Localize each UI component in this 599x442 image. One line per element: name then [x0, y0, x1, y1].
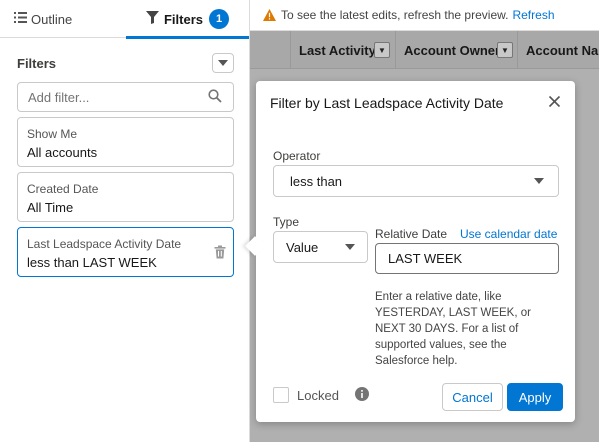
chevron-down-icon	[345, 244, 355, 250]
relative-date-input[interactable]	[375, 243, 559, 274]
operator-label: Operator	[273, 149, 321, 163]
locked-checkbox[interactable]	[273, 387, 289, 403]
operator-value: less than	[290, 173, 343, 189]
list-icon	[13, 12, 27, 26]
relative-date-help-text: Enter a relative date, like YESTERDAY, L…	[375, 291, 531, 367]
filter-card-value: All Time	[27, 200, 74, 215]
trash-icon[interactable]	[213, 245, 227, 259]
type-value: Value	[286, 239, 319, 255]
operator-select[interactable]: less than	[273, 165, 559, 197]
chevron-down-icon[interactable]: ▼	[374, 42, 390, 58]
filter-icon	[146, 11, 160, 27]
locked-label: Locked	[297, 388, 339, 403]
use-calendar-date-link[interactable]: Use calendar date	[460, 227, 557, 241]
column-title: Last Activity	[299, 42, 376, 58]
filter-card-created-date[interactable]: Created Date All Time	[17, 172, 234, 222]
cancel-button[interactable]: Cancel	[442, 383, 503, 411]
filters-menu-button[interactable]	[212, 53, 234, 73]
column-header[interactable]: Account Name	[517, 31, 599, 69]
left-panel: Outline Filters 1 Filters Show Me All ac…	[0, 0, 250, 442]
tab-outline[interactable]: Outline	[13, 0, 72, 38]
popover-title: Filter by Last Leadspace Activity Date	[270, 95, 504, 111]
chevron-down-icon	[218, 60, 228, 66]
filters-heading: Filters	[17, 56, 57, 71]
filter-count-badge: 1	[209, 9, 229, 29]
chevron-down-icon	[534, 178, 544, 184]
tab-outline-label: Outline	[31, 11, 73, 27]
info-icon[interactable]	[355, 387, 369, 401]
search-icon	[208, 89, 222, 103]
filter-card-show-me[interactable]: Show Me All accounts	[17, 117, 234, 167]
grid-header: Last Activity ▼ Account Owner ▼ Account …	[250, 31, 599, 69]
filter-popover: Filter by Last Leadspace Activity Date O…	[256, 81, 575, 422]
filter-card-label: Last Leadspace Activity Date	[27, 237, 182, 251]
close-icon[interactable]	[548, 95, 561, 108]
filter-card-value: less than LAST WEEK	[27, 255, 157, 270]
relative-date-label: Relative Date	[375, 227, 448, 241]
type-select[interactable]: Value	[273, 231, 368, 263]
apply-button[interactable]: Apply	[507, 383, 563, 411]
column-header[interactable]: Last Activity ▼	[290, 31, 395, 69]
add-filter-input[interactable]	[17, 82, 234, 112]
filter-card-label: Created Date	[27, 182, 99, 196]
type-label: Type	[273, 215, 300, 229]
column-title: Account Owner	[404, 42, 501, 58]
warning-icon	[263, 9, 276, 21]
column-title: Account Name	[526, 42, 599, 58]
panel-tabs: Outline Filters 1	[0, 0, 249, 39]
filter-card-value: All accounts	[27, 145, 98, 160]
refresh-link[interactable]: Refresh	[512, 8, 554, 22]
tab-filters-label: Filters	[163, 11, 203, 27]
column-header[interactable]: Account Owner ▼	[395, 31, 517, 69]
filter-card-label: Show Me	[27, 127, 78, 141]
banner-text: To see the latest edits, refresh the pre…	[281, 8, 509, 22]
chevron-down-icon[interactable]: ▼	[497, 42, 513, 58]
refresh-banner: To see the latest edits, refresh the pre…	[250, 0, 599, 31]
tab-filters[interactable]: Filters 1	[126, 0, 249, 39]
filter-card-last-leadspace-activity[interactable]: Last Leadspace Activity Date less than L…	[17, 227, 234, 277]
